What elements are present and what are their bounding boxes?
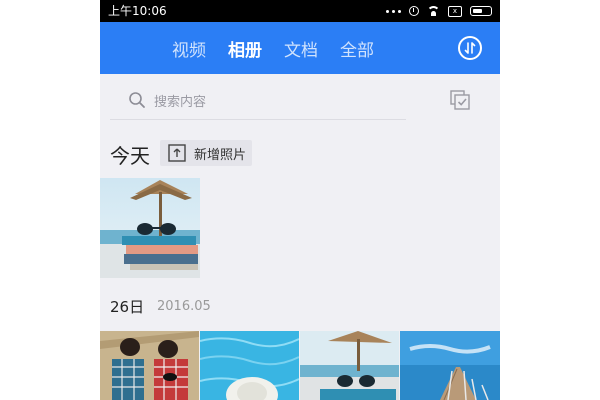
tab-albums[interactable]: 相册 <box>228 36 262 61</box>
status-bar: 上午10:06 x <box>100 0 500 22</box>
search-row: 搜索内容 <box>100 74 500 126</box>
search-input[interactable]: 搜索内容 <box>128 88 408 112</box>
search-placeholder: 搜索内容 <box>154 94 207 110</box>
signal-dots-icon <box>386 9 401 13</box>
add-photo-label: 新增照片 <box>194 147 247 163</box>
tab-bar: 视频 相册 文档 全部 <box>172 22 374 74</box>
search-icon <box>129 92 145 108</box>
photo-thumbnail[interactable] <box>400 331 500 400</box>
sort-button[interactable] <box>458 36 482 60</box>
photo-thumbnail[interactable] <box>100 331 199 400</box>
tab-documents[interactable]: 文档 <box>284 36 318 61</box>
wifi-icon <box>427 6 440 16</box>
date-group-month: 2016.05 <box>157 299 211 314</box>
tab-videos[interactable]: 视频 <box>172 36 206 61</box>
alarm-icon <box>409 6 419 16</box>
upload-icon <box>168 144 186 162</box>
sort-icon <box>464 42 476 54</box>
add-photo-button[interactable]: 新增照片 <box>160 140 252 166</box>
photo-thumbnail[interactable] <box>200 331 299 400</box>
multi-select-icon[interactable] <box>450 90 470 110</box>
section-title-today: 今天 <box>110 144 150 168</box>
battery-icon <box>470 6 492 16</box>
sim-icon: x <box>448 5 462 17</box>
status-icons: x <box>386 4 492 18</box>
photo-thumbnail[interactable] <box>100 178 200 278</box>
top-nav: 视频 相册 文档 全部 <box>100 22 500 74</box>
photo-thumbnail[interactable] <box>300 331 399 400</box>
date-group-day: 26日 <box>110 298 145 316</box>
status-time: 上午10:06 <box>108 4 167 18</box>
search-underline <box>110 119 406 120</box>
phone-screen: 上午10:06 x 视频 相册 文档 全部 搜索内容 今天 新增照片 26日 2… <box>100 0 500 400</box>
tab-all[interactable]: 全部 <box>340 36 374 61</box>
